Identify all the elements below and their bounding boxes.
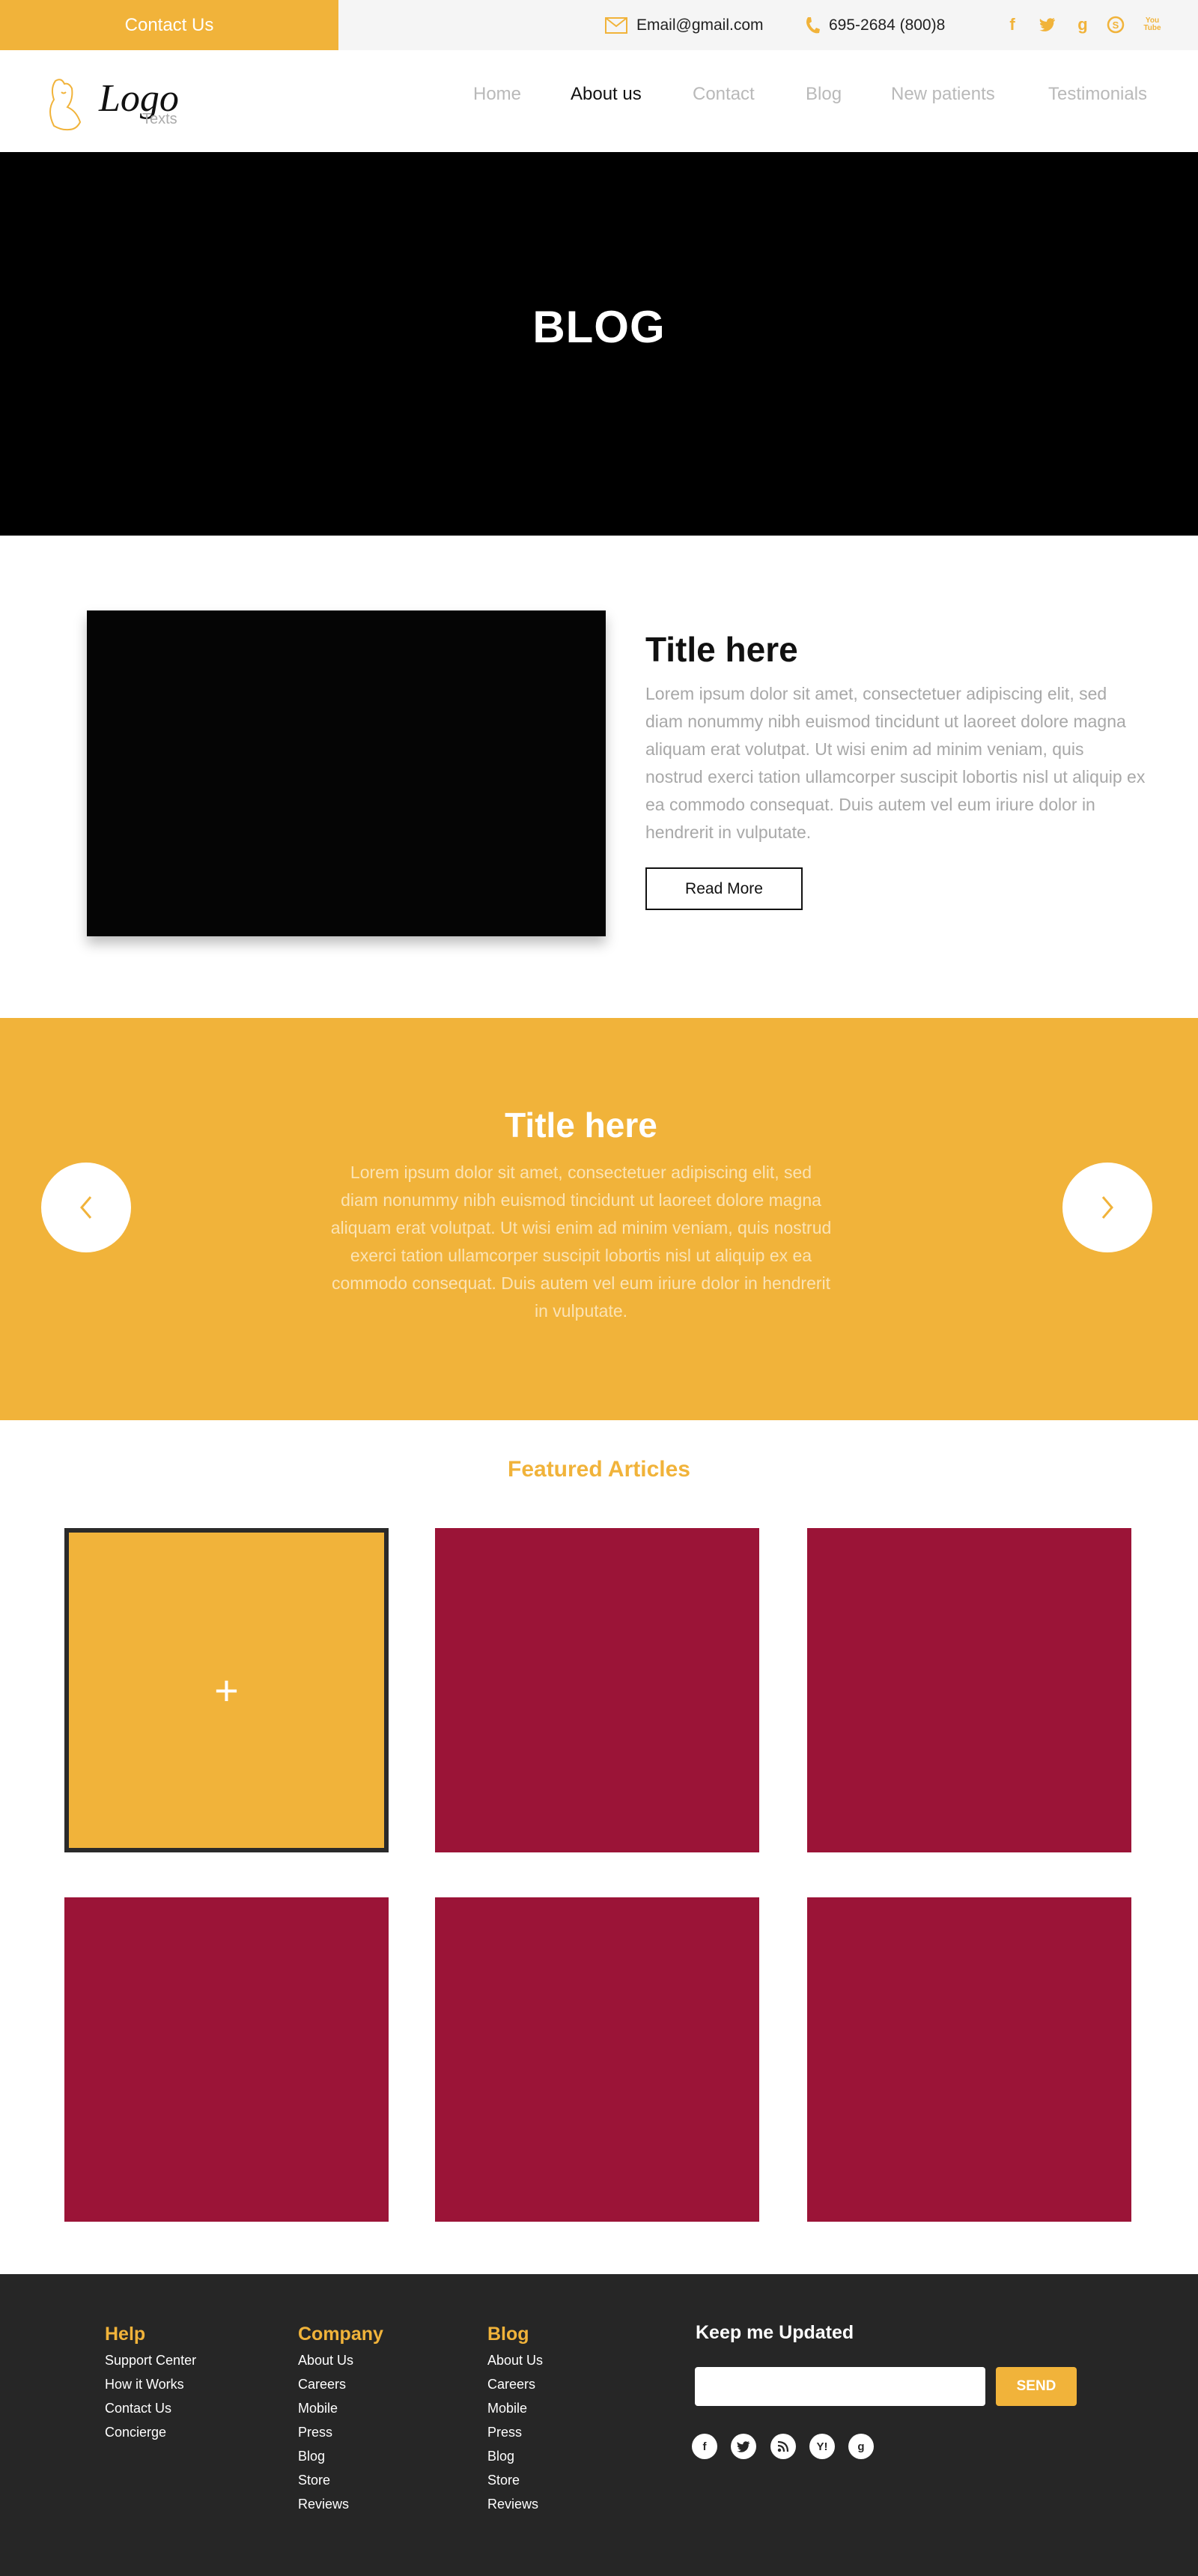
footer-link[interactable]: Reviews	[487, 2492, 543, 2516]
yahoo-icon[interactable]: Y!	[809, 2434, 835, 2459]
email-info[interactable]: Email@gmail.com	[605, 0, 764, 50]
article-card[interactable]	[435, 1897, 759, 2222]
phone-info[interactable]: 695-2684 (800)8	[805, 0, 945, 50]
slide-text: Lorem ipsum dolor sit amet, consectetuer…	[330, 1163, 832, 1321]
footer-heading: Company	[298, 2324, 383, 2345]
footer-heading: Blog	[487, 2324, 529, 2345]
slide-title: Title here	[505, 1106, 657, 1145]
post-image[interactable]	[87, 610, 606, 936]
footer-link[interactable]: Press	[487, 2420, 543, 2444]
email-text: Email@gmail.com	[636, 16, 764, 34]
footer-link[interactable]: Store	[487, 2468, 543, 2492]
article-card[interactable]	[807, 1528, 1131, 1852]
logo-subtext: Texts	[142, 111, 177, 127]
page-title: BLOG	[532, 302, 666, 352]
footer-link[interactable]: Mobile	[487, 2396, 543, 2420]
post-title: Title here	[645, 630, 798, 669]
footer-link[interactable]: Mobile	[298, 2396, 383, 2420]
footer-link[interactable]: Press	[298, 2420, 383, 2444]
footer-link[interactable]: About Us	[487, 2348, 543, 2372]
footer-link[interactable]: Support Center	[105, 2348, 196, 2372]
footer-link[interactable]: Reviews	[298, 2492, 383, 2516]
article-card[interactable]	[435, 1528, 759, 1852]
article-card[interactable]: +	[64, 1528, 389, 1852]
footer-link[interactable]: Blog	[298, 2444, 383, 2468]
footer-link[interactable]: How it Works	[105, 2372, 196, 2396]
plus-icon: +	[214, 1666, 239, 1714]
footer-link[interactable]: Contact Us	[105, 2396, 196, 2420]
footer-link[interactable]: Concierge	[105, 2420, 196, 2444]
nav-new-patients[interactable]: New patients	[891, 84, 995, 105]
footer-link[interactable]: Blog	[487, 2444, 543, 2468]
footer-link[interactable]: Careers	[298, 2372, 383, 2396]
footer-column-help: Help Support Center How it Works Contact…	[105, 2324, 196, 2444]
contact-us-tab[interactable]: Contact Us	[0, 0, 338, 50]
slider-next-button[interactable]	[1062, 1163, 1152, 1252]
nav-home[interactable]: Home	[473, 84, 521, 105]
chevron-left-icon	[80, 1196, 92, 1219]
nav-testimonials[interactable]: Testimonials	[1048, 84, 1147, 105]
article-card[interactable]	[64, 1897, 389, 2222]
google-icon[interactable]: g	[1071, 13, 1094, 36]
phone-text: 695-2684 (800)8	[829, 16, 946, 34]
twitter-icon[interactable]	[731, 2434, 756, 2459]
post-excerpt: Lorem ipsum dolor sit amet, consectetuer…	[645, 684, 1146, 842]
google-icon[interactable]: g	[848, 2434, 874, 2459]
facebook-icon[interactable]: f	[1001, 13, 1024, 36]
footer-link[interactable]: Careers	[487, 2372, 543, 2396]
slider-prev-button[interactable]	[41, 1163, 131, 1252]
newsletter-heading: Keep me Updated	[696, 2322, 854, 2343]
footer-link[interactable]: About Us	[298, 2348, 383, 2372]
envelope-icon	[605, 16, 627, 34]
featured-articles-heading: Featured Articles	[508, 1457, 690, 1482]
svg-text:S: S	[1113, 19, 1119, 31]
footer-column-company: Company About Us Careers Mobile Press Bl…	[298, 2324, 383, 2516]
facebook-icon[interactable]: f	[692, 2434, 717, 2459]
phone-icon	[806, 16, 820, 33]
youtube-icon[interactable]: You Tube	[1141, 13, 1164, 36]
rss-icon[interactable]	[770, 2434, 796, 2459]
read-more-button[interactable]: Read More	[645, 867, 803, 910]
skype-icon[interactable]: S	[1104, 13, 1127, 36]
footer-heading: Help	[105, 2324, 146, 2345]
footer-link[interactable]: Store	[298, 2468, 383, 2492]
nav-blog[interactable]: Blog	[806, 84, 842, 105]
dog-logo-icon	[49, 79, 82, 131]
logo[interactable]: Logo Texts	[39, 66, 189, 137]
chevron-right-icon	[1101, 1196, 1113, 1219]
footer-column-blog: Blog About Us Careers Mobile Press Blog …	[487, 2324, 543, 2516]
send-button[interactable]: SEND	[996, 2367, 1077, 2406]
twitter-icon[interactable]	[1036, 13, 1059, 36]
nav-contact[interactable]: Contact	[693, 84, 755, 105]
nav-about-us[interactable]: About us	[571, 84, 642, 105]
newsletter-email-input[interactable]	[695, 2367, 985, 2406]
article-card[interactable]	[807, 1897, 1131, 2222]
